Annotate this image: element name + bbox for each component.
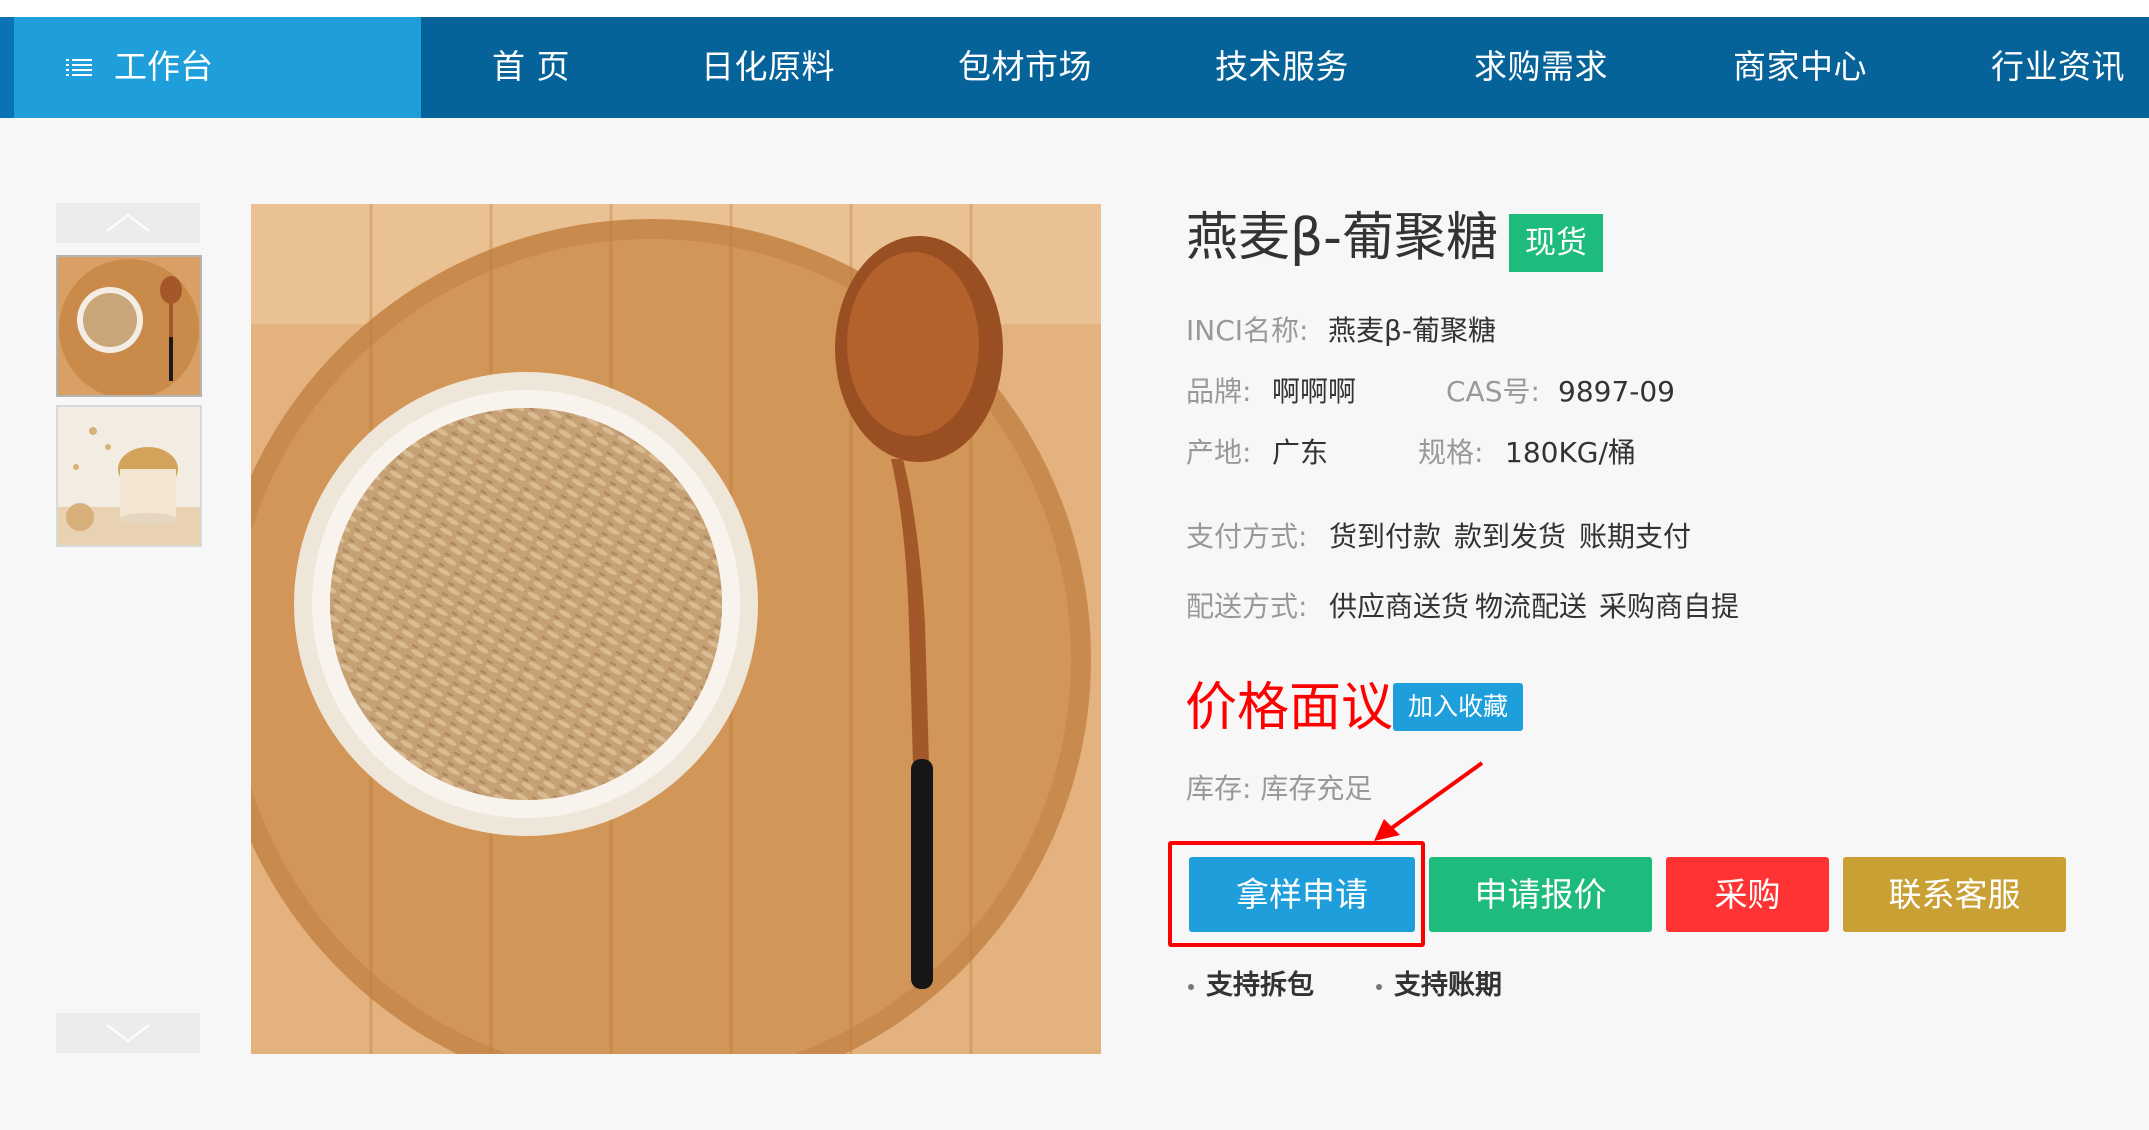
spec-value: 180KG/桶 (1505, 436, 1636, 469)
thumbnail-image-oat-bowl (58, 257, 200, 395)
nav-item-packaging-market[interactable]: 包材市场 (958, 45, 1092, 89)
payment-label: 支付方式: (1186, 520, 1308, 553)
brand-label: 品牌: (1186, 375, 1252, 408)
workbench-menu[interactable]: 工作台 (14, 17, 421, 118)
nav-item-cosmetic-materials[interactable]: 日化原料 (701, 45, 835, 89)
feature-credit-terms-label: 支持账期 (1394, 970, 1502, 1001)
price-negotiable: 价格面议 (1185, 678, 1394, 738)
thumbnail-oat-bowl-spoon[interactable] (56, 255, 202, 397)
nav-item-tech-services[interactable]: 技术服务 (1215, 45, 1349, 89)
chevron-up-icon (106, 213, 150, 232)
nav-item-industry-news[interactable]: 行业资讯 (1991, 45, 2125, 89)
annotation-highlight-box (1168, 841, 1425, 947)
delivery-method-pickup: 采购商自提 (1599, 590, 1740, 623)
inci-value: 燕麦β-葡聚糖 (1328, 314, 1496, 347)
nav-item-home[interactable]: 首 页 (492, 45, 570, 89)
feature-split-package-label: 支持拆包 (1206, 970, 1314, 1001)
delivery-label: 配送方式: (1186, 590, 1308, 623)
gallery-scroll-down-button[interactable] (56, 1013, 200, 1053)
inci-label: INCI名称: (1186, 314, 1309, 347)
payment-method-cod: 货到付款 (1329, 520, 1442, 553)
list-menu-icon (66, 57, 92, 77)
cas-value: 9897-09 (1558, 375, 1675, 408)
brand-value: 啊啊啊 (1272, 375, 1357, 408)
feature-credit-terms: 支持账期 (1376, 968, 1502, 1004)
annotation-arrow-icon (1374, 761, 1484, 841)
nav-edge-accent (0, 17, 14, 118)
spec-label: 规格: (1418, 436, 1484, 469)
chevron-down-icon (106, 1024, 150, 1043)
thumbnail-image-oat-cup (58, 407, 200, 545)
workbench-label: 工作台 (114, 47, 213, 86)
top-whitespace (0, 0, 2149, 17)
thumbnail-oat-cup[interactable] (56, 405, 202, 547)
add-to-favorites-button[interactable]: 加入收藏 (1393, 683, 1523, 731)
request-quote-button[interactable]: 申请报价 (1429, 857, 1652, 932)
product-image-oat-bowl-spoon (251, 204, 1101, 1054)
cas-label: CAS号: (1446, 375, 1540, 408)
payment-method-credit: 账期支付 (1579, 520, 1692, 553)
feature-split-package: 支持拆包 (1188, 968, 1314, 1004)
nav-item-merchant-center[interactable]: 商家中心 (1733, 45, 1867, 89)
purchase-button[interactable]: 采购 (1666, 857, 1829, 932)
bullet-icon (1188, 983, 1194, 990)
origin-value: 广东 (1272, 436, 1329, 469)
bullet-icon (1376, 983, 1382, 990)
delivery-method-supplier: 供应商送货 (1329, 590, 1470, 623)
in-stock-badge: 现货 (1509, 214, 1603, 272)
inventory-status: 库存: 库存充足 (1186, 772, 1373, 805)
main-nav: 工作台 首 页 日化原料 包材市场 技术服务 求购需求 商家中心 行业资讯 (0, 17, 2149, 118)
origin-label: 产地: (1186, 436, 1252, 469)
delivery-method-logistics: 物流配送 (1475, 590, 1588, 623)
nav-item-purchase-requests[interactable]: 求购需求 (1474, 45, 1608, 89)
payment-method-prepay: 款到发货 (1454, 520, 1567, 553)
product-main-image (251, 204, 1101, 1054)
gallery-scroll-up-button[interactable] (56, 203, 200, 243)
contact-service-button[interactable]: 联系客服 (1843, 857, 2066, 932)
product-title: 燕麦β-葡聚糖 (1186, 208, 1498, 268)
